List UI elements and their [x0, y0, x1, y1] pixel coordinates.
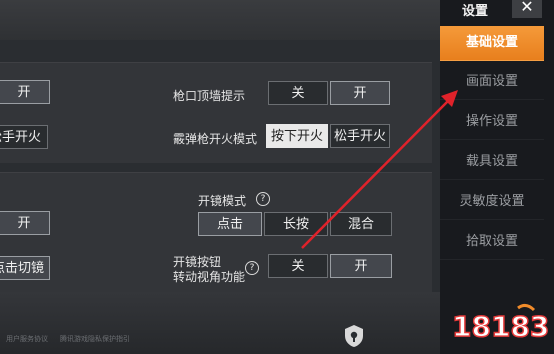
left-on-button-2[interactable]: 开: [0, 211, 50, 235]
close-icon[interactable]: ✕: [512, 0, 542, 18]
footer-area: [0, 292, 440, 354]
sidebar-title: 设置: [462, 4, 489, 19]
header-background: [0, 0, 440, 40]
sidebar-item-control-settings[interactable]: 操作设置: [440, 105, 544, 140]
muzzle-hint-off-button[interactable]: 关: [268, 81, 328, 105]
scope-mode-hold-button[interactable]: 长按: [264, 212, 328, 236]
shotgun-fire-mode-label: 霰弹枪开火模式: [173, 132, 258, 146]
sidebar-item-display-settings[interactable]: 画面设置: [440, 65, 544, 100]
sidebar-item-basic-settings[interactable]: 基础设置: [440, 26, 544, 61]
scope-button-view-on-button[interactable]: 开: [330, 254, 392, 278]
footer-user-agreement-link[interactable]: 用户服务协议: [6, 334, 48, 344]
shotgun-press-fire-button[interactable]: 按下开火: [266, 124, 328, 148]
scope-button-view-help-icon[interactable]: ?: [245, 261, 259, 275]
sidebar-item-sensitivity-settings[interactable]: 灵敏度设置: [440, 185, 544, 220]
watermark-logo: 18183: [451, 303, 548, 344]
scope-mode-tap-button[interactable]: 点击: [198, 212, 262, 236]
watermark-text: 18183: [452, 310, 548, 343]
left-on-button-1[interactable]: 开: [0, 80, 50, 104]
scope-mode-mixed-button[interactable]: 混合: [330, 212, 392, 236]
muzzle-hint-label: 枪口顶墙提示: [173, 89, 246, 103]
scope-button-view-off-button[interactable]: 关: [268, 254, 328, 278]
scope-mode-label: 开镜模式: [198, 194, 247, 208]
shield-icon[interactable]: [344, 324, 364, 348]
muzzle-hint-on-button[interactable]: 开: [330, 81, 390, 105]
left-tap-switch-scope-button[interactable]: 点击切镜: [0, 256, 50, 280]
sidebar-item-pickup-settings[interactable]: 拾取设置: [440, 225, 544, 260]
left-release-fire-button[interactable]: 松手开火: [0, 125, 48, 149]
scope-mode-help-icon[interactable]: ?: [256, 192, 270, 206]
scope-button-view-label-line2: 转动视角功能: [173, 270, 246, 284]
shotgun-release-fire-button[interactable]: 松手开火: [330, 124, 390, 148]
footer-privacy-link[interactable]: 腾讯游戏隐私保护指引: [60, 334, 130, 344]
sidebar-item-vehicle-settings[interactable]: 载具设置: [440, 145, 544, 180]
